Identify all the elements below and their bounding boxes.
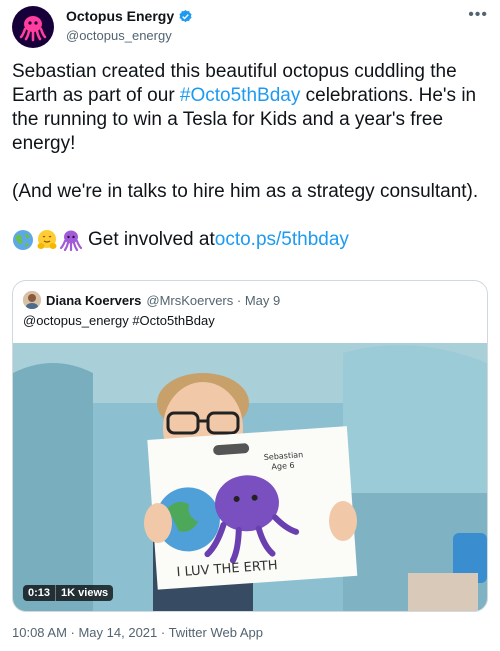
tweet-header: Octopus Energy @octopus_energy ••• [12, 4, 488, 52]
person-avatar-icon [23, 291, 41, 309]
tweet-paragraph-1: Sebastian created this beautiful octopus… [12, 60, 488, 156]
get-involved-label: Get involved at [88, 229, 215, 250]
octopus-logo-icon [19, 16, 47, 42]
video-thumbnail: Sebastian Age 6 I LUV THE ERTH [13, 343, 487, 611]
video-badges: 0:13 1K views [23, 585, 114, 601]
video-player[interactable]: Sebastian Age 6 I LUV THE ERTH 0:13 1K v… [13, 343, 487, 611]
quote-avatar[interactable] [23, 291, 41, 309]
quote-text: @octopus_energy #Octo5thBday [23, 313, 215, 328]
tweet-paragraph-2: (And we're in talks to hire him as a str… [12, 181, 479, 202]
hugging-face-icon [37, 230, 57, 249]
quote-meta: @MrsKoervers · May 9 [146, 292, 281, 308]
handle[interactable]: @octopus_energy [66, 28, 172, 43]
name-row: Octopus Energy [66, 8, 193, 24]
octopus-icon [60, 230, 82, 251]
tweet-paragraph-3: Get involved at octo.ps/5thbday [12, 228, 488, 252]
avatar[interactable] [12, 6, 54, 48]
display-name[interactable]: Octopus Energy [66, 8, 174, 24]
quoted-tweet[interactable]: Diana Koervers @MrsKoervers · May 9 @oct… [12, 280, 488, 612]
tweet-text: Sebastian created this beautiful octopus… [12, 60, 488, 252]
svg-text:Age 6: Age 6 [271, 461, 295, 472]
globe-icon [13, 230, 33, 250]
more-options-icon[interactable]: ••• [468, 6, 488, 24]
hashtag-link[interactable]: #Octo5thBday [180, 85, 300, 106]
get-involved-link[interactable]: octo.ps/5thbday [215, 228, 349, 252]
video-duration: 0:13 [23, 585, 57, 601]
quote-display-name[interactable]: Diana Koervers [46, 293, 141, 308]
video-views: 1K views [56, 585, 114, 601]
quote-header: Diana Koervers @MrsKoervers · May 9 [23, 291, 280, 309]
tweet-timestamp[interactable]: 10:08 AM · May 14, 2021 · Twitter Web Ap… [12, 625, 263, 640]
verified-badge-icon [179, 9, 192, 22]
